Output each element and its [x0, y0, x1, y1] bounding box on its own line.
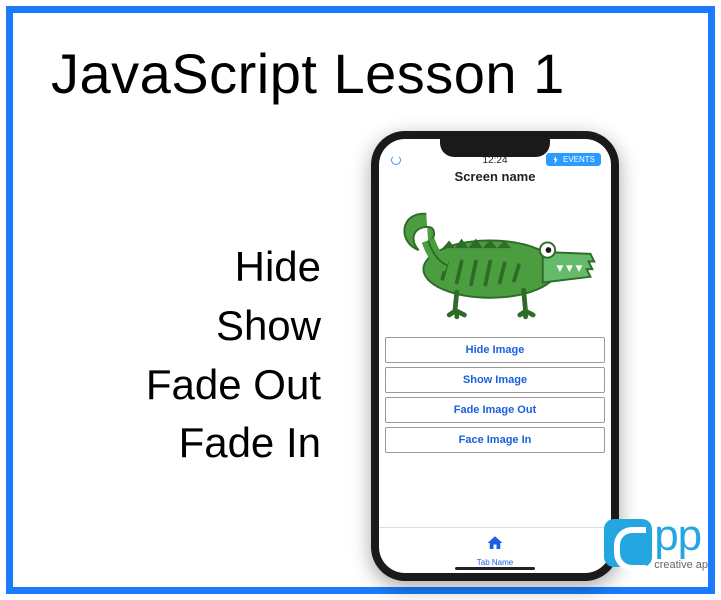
brand-mark-icon: [604, 519, 652, 567]
brand-letters: pp: [654, 514, 708, 558]
tab-bar: Tab Name: [379, 527, 611, 573]
phone-screen: 12:24 EVENTS Screen name: [379, 139, 611, 573]
show-image-button[interactable]: Show Image: [385, 367, 605, 393]
action-fadein: Fade In: [51, 414, 321, 473]
phone-notch: [440, 139, 550, 157]
action-list: Hide Show Fade Out Fade In: [51, 238, 321, 473]
action-hide: Hide: [51, 238, 321, 297]
slide-frame: JavaScript Lesson 1 Hide Show Fade Out F…: [6, 6, 715, 594]
brand-tagline: creative ap: [654, 560, 708, 571]
screen-title: Screen name: [379, 169, 611, 184]
lesson-title: JavaScript Lesson 1: [51, 41, 565, 106]
hide-image-button[interactable]: Hide Image: [385, 337, 605, 363]
action-show: Show: [51, 297, 321, 356]
home-icon[interactable]: [486, 534, 504, 557]
tab-label: Tab Name: [477, 558, 513, 567]
home-indicator: [455, 567, 535, 570]
crocodile-image: [387, 191, 603, 331]
phone-mockup: 12:24 EVENTS Screen name: [371, 131, 619, 581]
fade-out-button[interactable]: Fade Image Out: [385, 397, 605, 423]
fade-in-button[interactable]: Face Image In: [385, 427, 605, 453]
button-stack: Hide Image Show Image Fade Image Out Fac…: [385, 337, 605, 457]
action-fadeout: Fade Out: [51, 356, 321, 415]
brand-logo: pp creative ap: [604, 514, 708, 571]
brand-text: pp creative ap: [654, 514, 708, 571]
